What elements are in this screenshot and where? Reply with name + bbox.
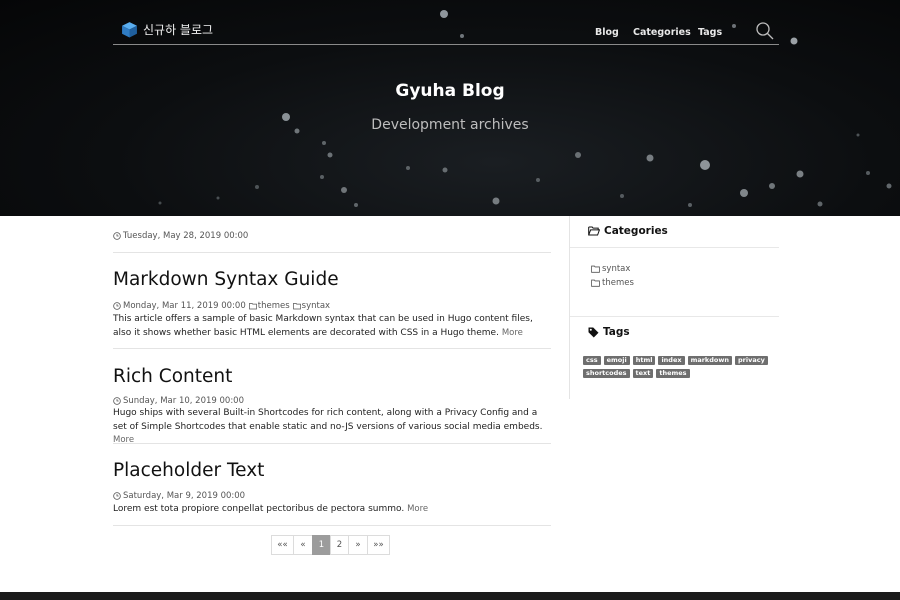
cube-icon [122,21,137,37]
page-next-button[interactable]: » [348,535,368,555]
category-link-label: themes [602,278,634,288]
clock-icon [113,397,121,405]
site-subtitle: Development archives [371,117,529,133]
divider [570,247,779,248]
post-category-syntax[interactable]: syntax [292,301,331,311]
site-title: Gyuha Blog [395,81,505,101]
post-meta-2: Sunday, Mar 10, 2019 00:00 [113,396,244,406]
nav-tags[interactable]: Tags [698,27,722,38]
category-link-themes[interactable]: themes [591,278,634,288]
folder-icon [591,279,600,287]
post-category-themes[interactable]: themes [248,301,290,311]
tag-emoji[interactable]: emoji [603,356,630,365]
tag-icon [588,327,599,337]
tag-markdown[interactable]: markdown [687,356,733,365]
divider [113,525,551,526]
post-excerpt-text-2: Hugo ships with several Built-in Shortco… [113,408,543,432]
page-2-button[interactable]: 2 [330,535,349,555]
tag-html[interactable]: html [632,356,656,365]
post-excerpt-3: Lorem est tota propiore conpellat pector… [113,503,545,517]
tags-title: Tags [603,326,630,338]
categories-heading: Categories [588,225,668,237]
folder-icon [248,303,257,310]
post-category-label: syntax [301,301,331,311]
nav-blog[interactable]: Blog [595,27,619,38]
tags-heading: Tags [588,326,630,338]
page-first-button[interactable]: «« [271,535,294,555]
tag-themes[interactable]: themes [656,369,690,378]
hero-banner: 신규하 블로그 Blog Categories Tags Gyuha Blog … [0,0,900,216]
category-link-label: syntax [602,264,631,274]
tag-index[interactable]: index [658,356,685,365]
post-excerpt-2: Hugo ships with several Built-in Shortco… [113,407,545,448]
page-1-button[interactable]: 1 [312,535,331,555]
featured-date: Tuesday, May 28, 2019 00:00 [113,231,248,241]
tag-text[interactable]: text [632,369,654,378]
featured-date-text: Tuesday, May 28, 2019 00:00 [123,231,249,241]
pagination: «« « 1 2 » »» [271,535,390,555]
page-last-button[interactable]: »» [367,535,390,555]
folder-icon [591,265,600,273]
category-link-syntax[interactable]: syntax [591,264,630,274]
post-date-1: Monday, Mar 11, 2019 00:00 [123,301,246,311]
folder-icon [292,303,301,310]
categories-title: Categories [604,225,668,237]
post-excerpt-text-1: This article offers a sample of basic Ma… [113,314,533,338]
post-meta-1: Monday, Mar 11, 2019 00:00 themes syntax [113,301,330,311]
post-date-3: Saturday, Mar 9, 2019 00:00 [123,491,246,501]
post-excerpt-text-3: Lorem est tota propiore conpellat pector… [113,504,405,514]
post-date-2: Sunday, Mar 10, 2019 00:00 [123,396,244,406]
clock-icon [113,492,121,500]
post-excerpt-1: This article offers a sample of basic Ma… [113,313,545,340]
tag-css[interactable]: css [583,356,601,365]
divider [113,252,551,253]
brand-link[interactable]: 신규하 블로그 [121,20,213,38]
divider [113,443,551,444]
tag-privacy[interactable]: privacy [735,356,768,365]
clock-icon [113,232,121,240]
tag-cloud: css emoji html index markdown privacy sh… [583,356,773,382]
post-meta-3: Saturday, Mar 9, 2019 00:00 [113,491,245,501]
more-link-1[interactable]: More [502,328,523,338]
nav-categories[interactable]: Categories [633,27,691,38]
post-category-label: themes [257,301,290,311]
footer-bar [0,592,900,600]
sidebar-divider [569,216,570,399]
page-prev-button[interactable]: « [293,535,313,555]
brand-name: 신규하 블로그 [143,22,214,37]
clock-icon [113,302,121,310]
divider [113,348,551,349]
post-title-2[interactable]: Rich Content [113,366,232,387]
top-navbar: 신규하 블로그 Blog Categories Tags [113,18,779,45]
tag-shortcodes[interactable]: shortcodes [583,369,630,378]
folder-open-icon [588,226,600,236]
search-icon[interactable] [755,21,775,41]
divider [570,316,779,317]
post-title-1[interactable]: Markdown Syntax Guide [113,269,339,290]
post-title-3[interactable]: Placeholder Text [113,460,264,481]
more-link-3[interactable]: More [407,504,428,514]
